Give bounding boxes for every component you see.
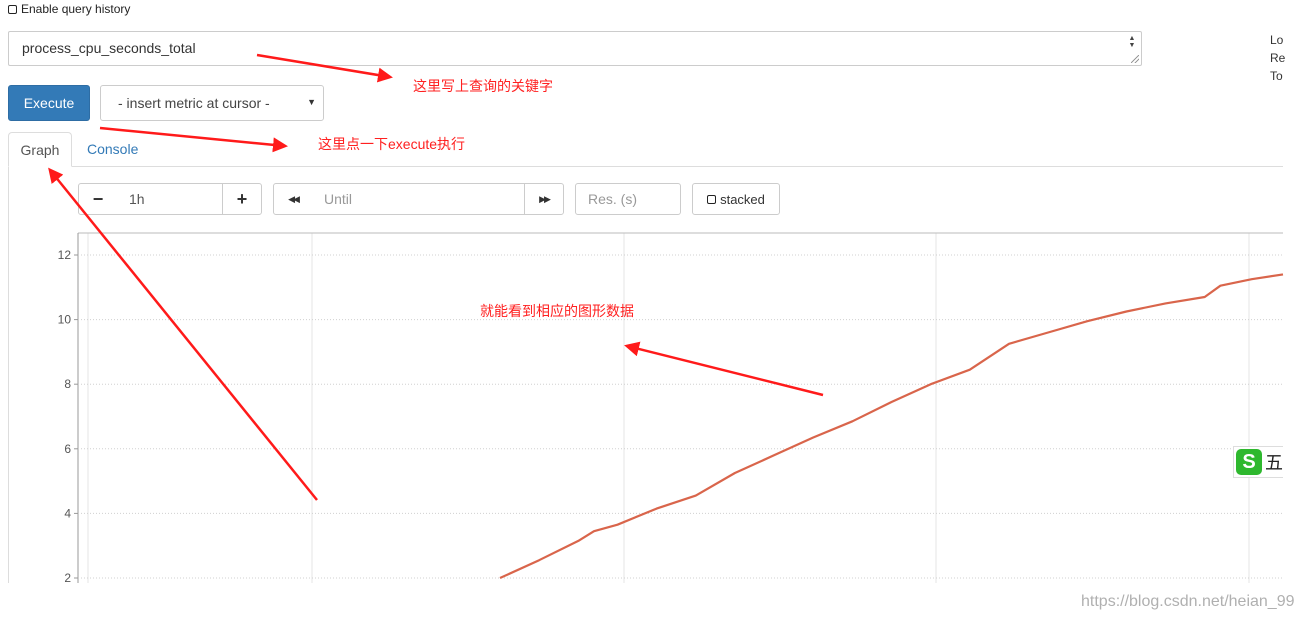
sogou-input-logo: S 五 xyxy=(1233,446,1283,478)
arrow-to-graph xyxy=(624,341,824,397)
arrow-to-expression xyxy=(256,53,393,83)
arrow-to-execute xyxy=(99,126,288,153)
sogou-logo-icon: S xyxy=(1236,449,1262,475)
annotation-execute-note: 这里点一下execute执行 xyxy=(318,136,466,152)
annotation-arrows xyxy=(48,53,824,501)
csdn-watermark: https://blog.csdn.net/heian_99 xyxy=(1081,593,1295,610)
arrow-to-graph-tab xyxy=(48,167,318,501)
annotation-query-note: 这里写上查询的关键字 xyxy=(413,78,553,94)
sogou-logo-char: 五 xyxy=(1265,453,1283,473)
annotation-graph-note: 就能看到相应的图形数据 xyxy=(480,303,634,319)
